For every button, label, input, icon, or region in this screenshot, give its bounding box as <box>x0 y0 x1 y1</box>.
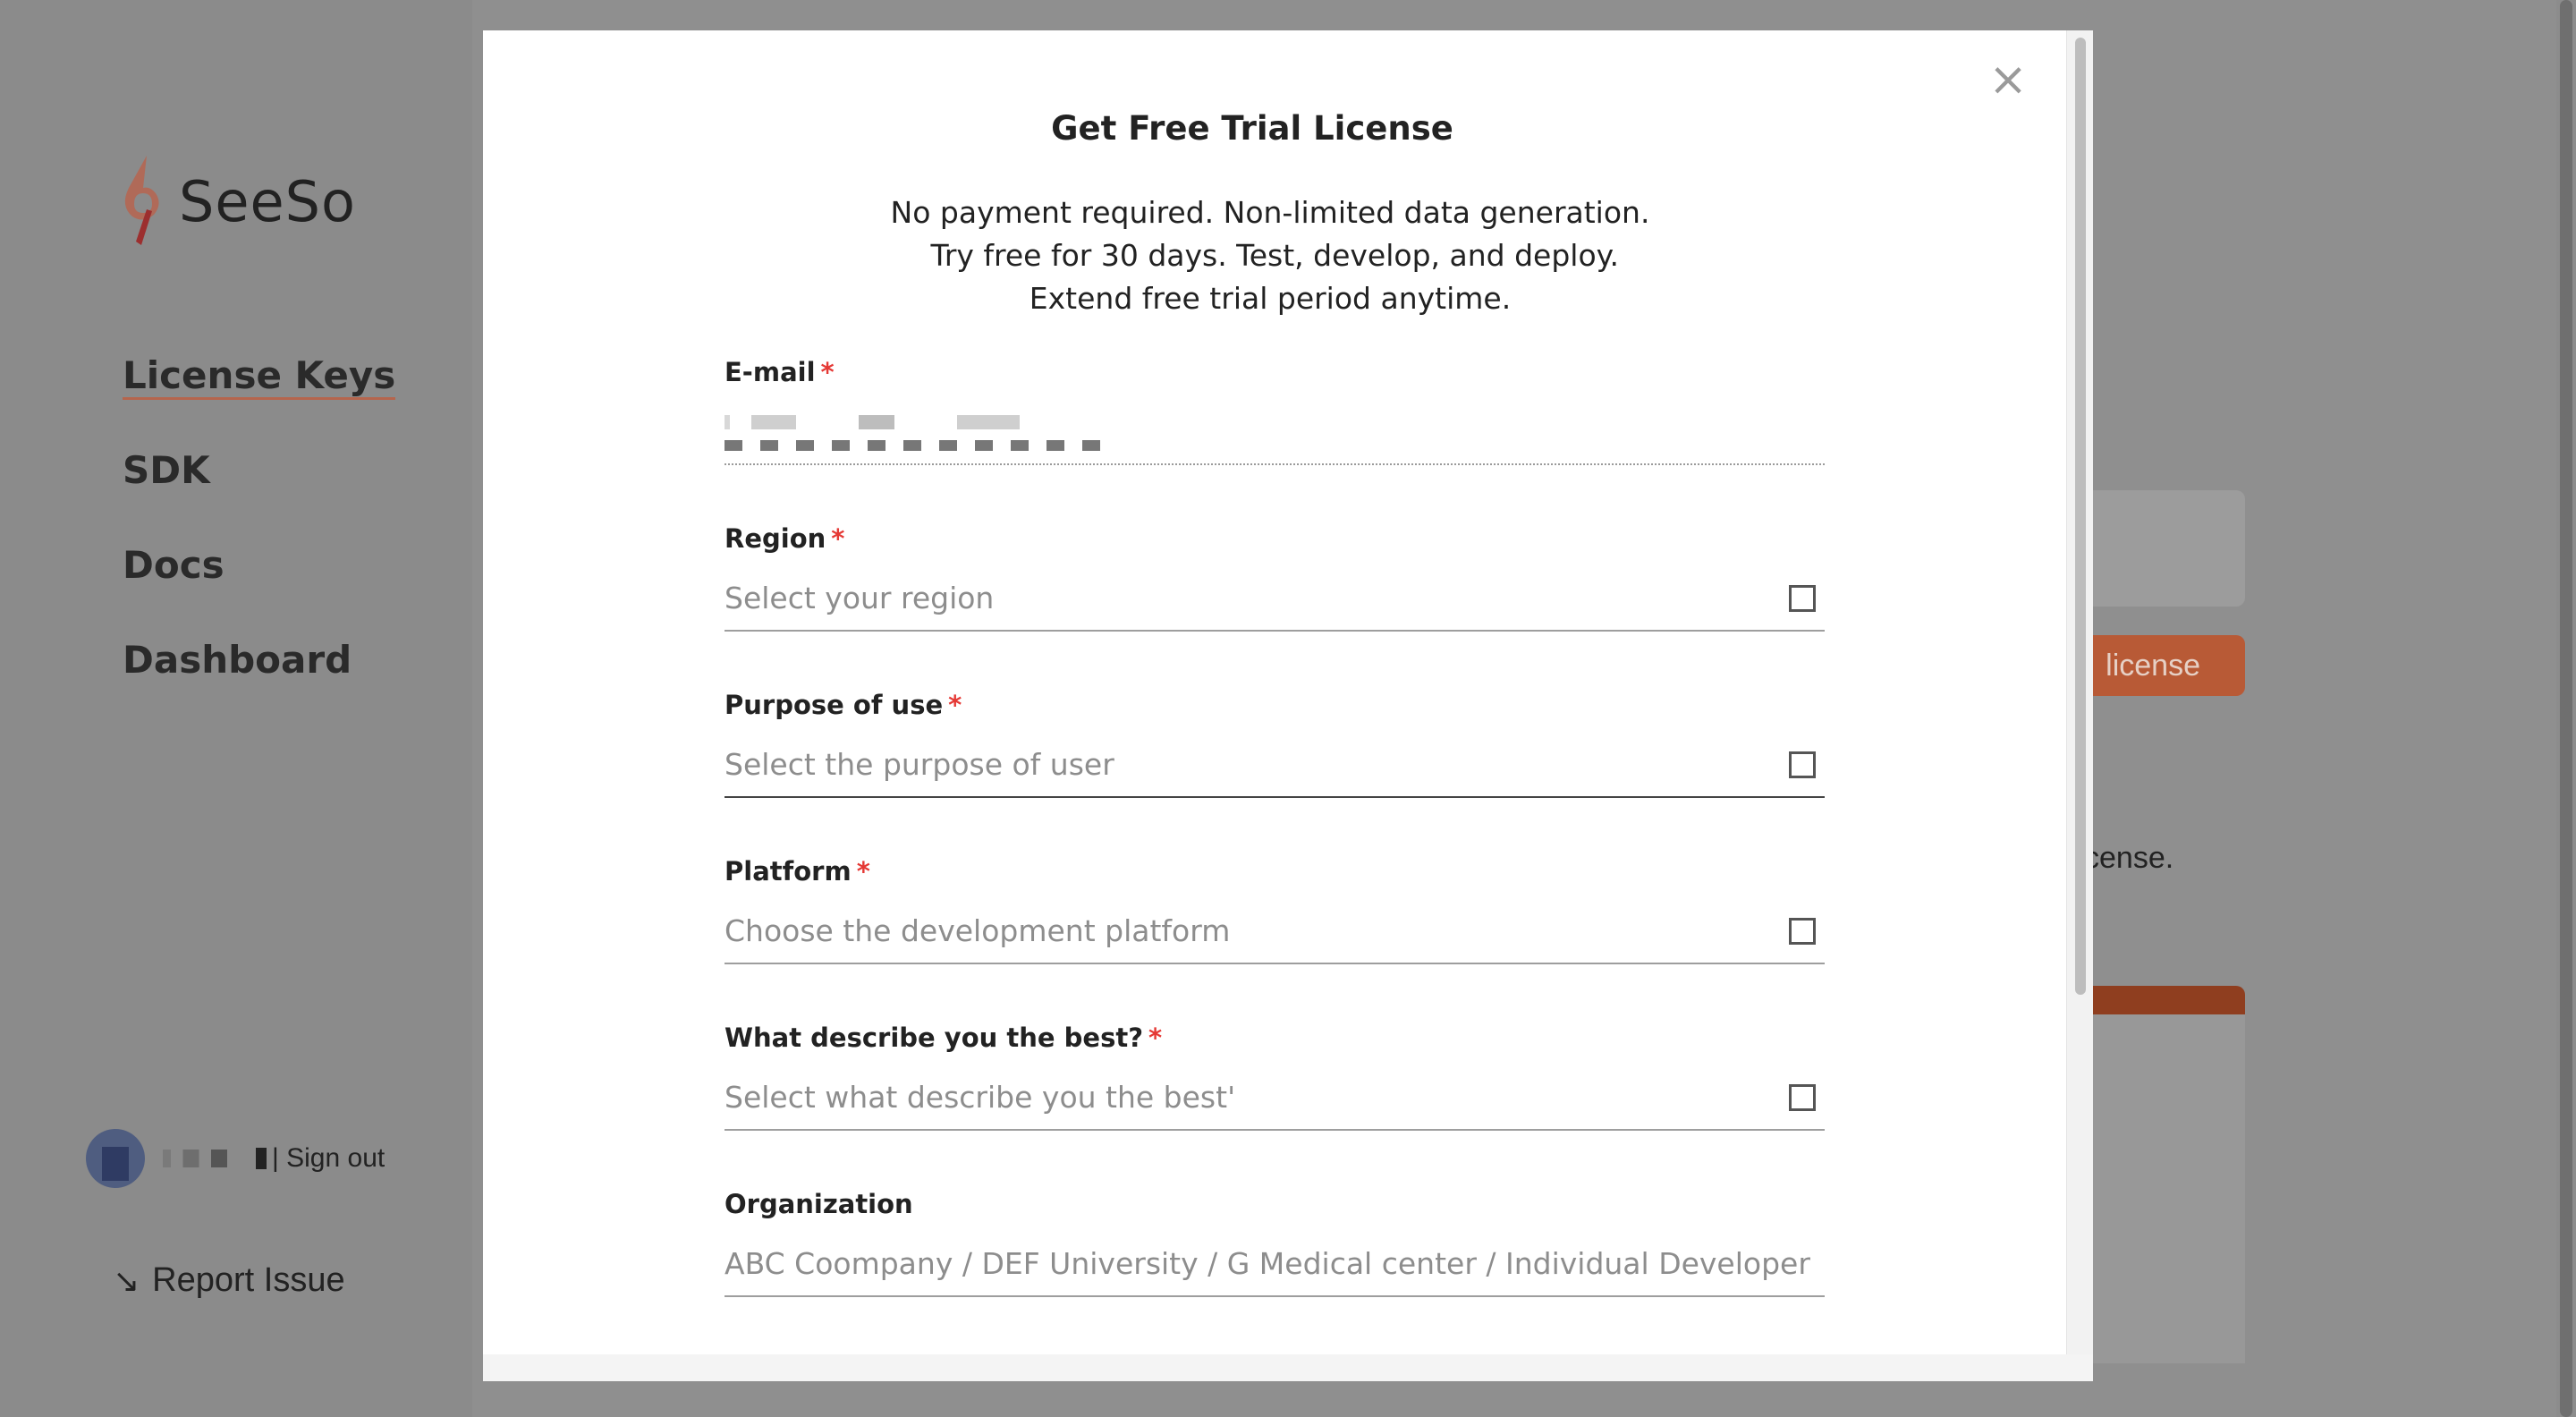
purpose-label: Purpose of use * <box>724 690 962 720</box>
trend-arrow-icon: ↘ <box>113 1261 140 1299</box>
modal-footer-strip <box>483 1354 2093 1381</box>
logo-text: SeeSo <box>179 168 356 234</box>
sidebar-nav: License Keys SDK Docs Dashboard <box>123 349 396 728</box>
modal-description: No payment required. Non-limited data ge… <box>483 191 2057 320</box>
organization-placeholder: ABC Coompany / DEF University / G Medica… <box>724 1245 1810 1281</box>
background-license-label: license <box>2106 648 2200 683</box>
seeso-logo-icon <box>124 156 159 245</box>
dropdown-box-icon[interactable] <box>1789 585 1816 612</box>
platform-field-group: Platform * Choose the development platfor… <box>724 844 1825 1011</box>
dropdown-box-icon[interactable] <box>1789 751 1816 778</box>
nav-item-sdk[interactable]: SDK <box>123 444 395 539</box>
redacted-username-end <box>256 1148 267 1169</box>
description-line: Try free for 30 days. Test, develop, and… <box>921 238 1619 273</box>
background-text: cense. <box>2084 841 2174 875</box>
nav-item-dashboard[interactable]: Dashboard <box>123 633 395 728</box>
modal-scrollbar-thumb[interactable] <box>2075 38 2086 995</box>
redacted-username <box>163 1150 243 1167</box>
required-mark: * <box>1148 1022 1163 1053</box>
describe-field-group: What describe you the best? * Select what… <box>724 1011 1825 1177</box>
purpose-field-group: Purpose of use * Select the purpose of us… <box>724 678 1825 844</box>
region-label: Region * <box>724 523 845 554</box>
describe-placeholder: Select what describe you the best' <box>724 1079 1236 1115</box>
platform-label: Platform * <box>724 856 870 887</box>
describe-label: What describe you the best? * <box>724 1022 1163 1053</box>
sign-out-link[interactable]: | Sign out <box>272 1143 385 1174</box>
nav-item-label: Docs <box>123 543 225 587</box>
modal-title: Get Free Trial License <box>1051 109 1453 148</box>
trial-license-form: E-mail * Region * Select your region Purpo… <box>724 345 1825 1344</box>
platform-select[interactable]: Choose the development platform <box>724 898 1825 964</box>
avatar <box>86 1129 145 1188</box>
purpose-select[interactable]: Select the purpose of user <box>724 732 1825 798</box>
description-line: No payment required. Non-limited data ge… <box>890 195 1650 230</box>
required-mark: * <box>831 523 845 554</box>
page-scrollbar-thumb[interactable] <box>2560 0 2572 1417</box>
required-mark: * <box>820 357 835 387</box>
email-label: E-mail * <box>724 357 835 387</box>
nav-item-license-keys[interactable]: License Keys <box>123 349 396 444</box>
user-row: | Sign out <box>86 1129 385 1188</box>
required-mark: * <box>856 856 870 887</box>
organization-label: Organization <box>724 1189 913 1219</box>
email-field[interactable] <box>724 399 1825 465</box>
nav-item-label: License Keys <box>123 353 396 400</box>
dropdown-box-icon[interactable] <box>1789 1084 1816 1111</box>
platform-placeholder: Choose the development platform <box>724 912 1231 948</box>
background-table-header <box>2084 986 2245 1014</box>
nav-item-docs[interactable]: Docs <box>123 539 395 633</box>
report-issue-link[interactable]: ↘ Report Issue <box>113 1261 345 1300</box>
close-icon[interactable]: × <box>1986 56 2030 103</box>
background-panel <box>2084 1014 2245 1363</box>
region-placeholder: Select your region <box>724 580 995 615</box>
redacted-email <box>724 410 1109 453</box>
description-line: Extend free trial period anytime. <box>1029 281 1512 316</box>
modal-scrollbar[interactable] <box>2066 30 2093 1354</box>
region-select[interactable]: Select your region <box>724 565 1825 632</box>
describe-select[interactable]: Select what describe you the best' <box>724 1065 1825 1131</box>
purpose-placeholder: Select the purpose of user <box>724 746 1114 782</box>
page-scrollbar[interactable] <box>2556 0 2576 1417</box>
seeso-logo[interactable]: SeeSo <box>116 152 356 250</box>
nav-item-label: Dashboard <box>123 638 352 682</box>
nav-item-label: SDK <box>123 448 210 492</box>
sidebar: SeeSo License Keys SDK Docs Dashboard | … <box>0 0 472 1417</box>
email-field-group: E-mail * <box>724 345 1825 512</box>
required-mark: * <box>948 690 962 720</box>
organization-input[interactable]: ABC Coompany / DEF University / G Medica… <box>724 1231 1825 1297</box>
report-issue-label: Report Issue <box>152 1261 345 1299</box>
dropdown-box-icon[interactable] <box>1789 918 1816 945</box>
background-card <box>2084 490 2245 607</box>
region-field-group: Region * Select your region <box>724 512 1825 678</box>
free-trial-modal: × Get Free Trial License No payment requ… <box>483 30 2093 1381</box>
organization-field-group: Organization ABC Coompany / DEF Universi… <box>724 1177 1825 1344</box>
